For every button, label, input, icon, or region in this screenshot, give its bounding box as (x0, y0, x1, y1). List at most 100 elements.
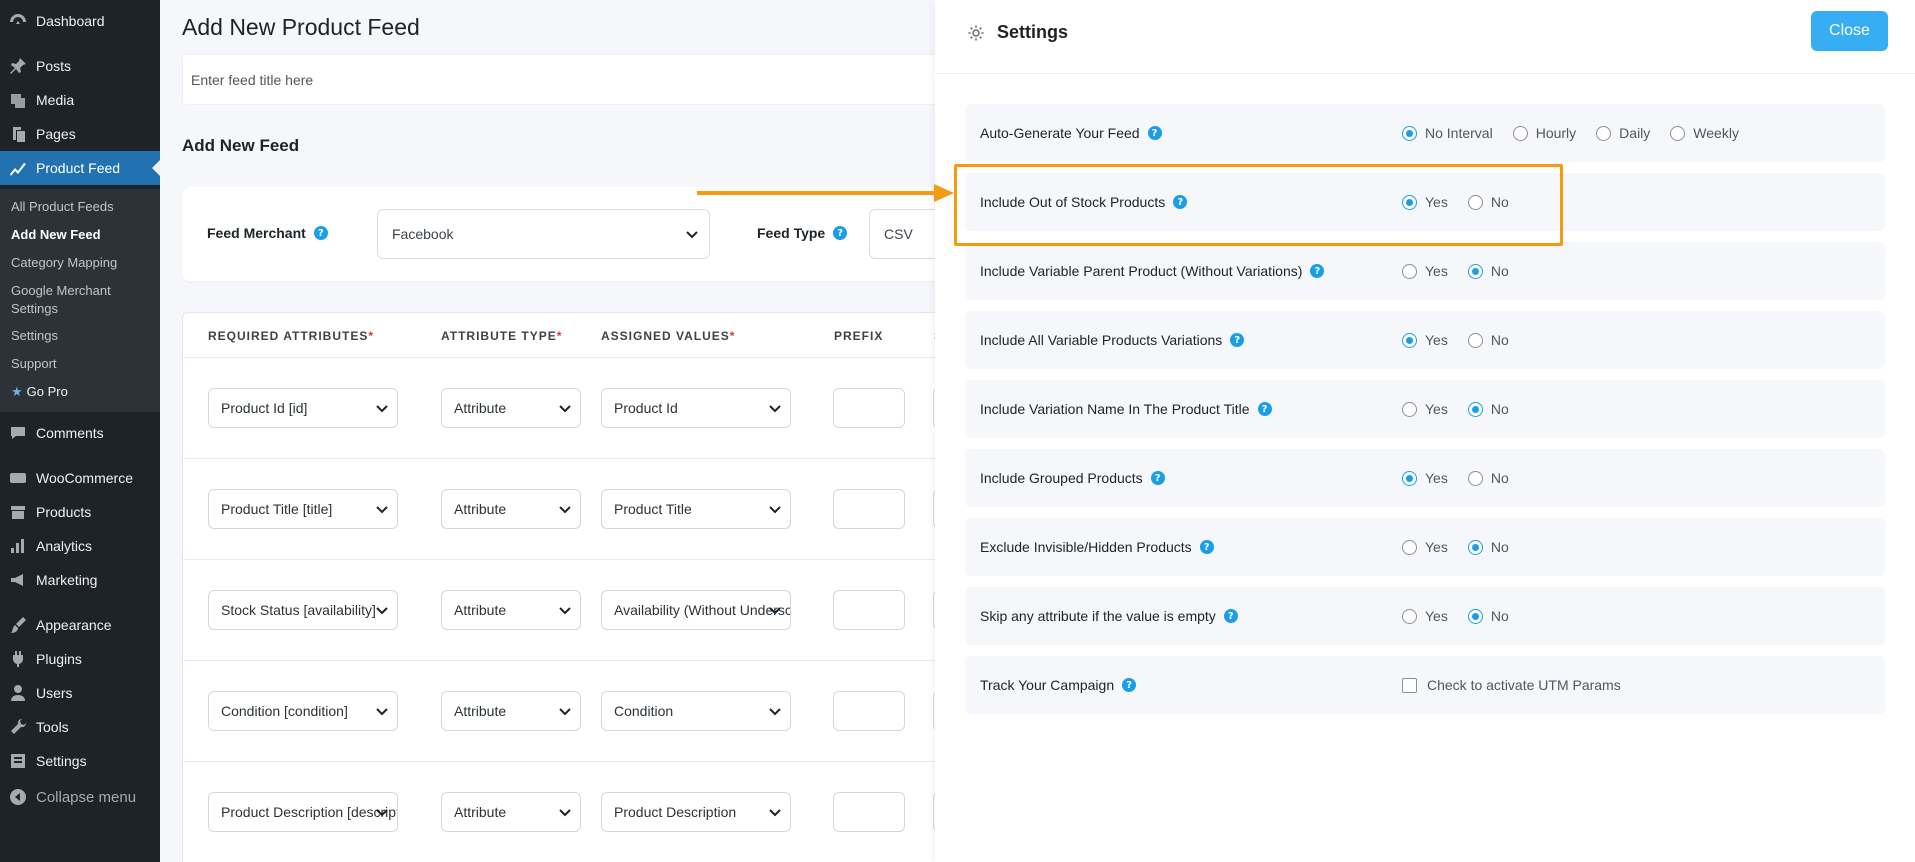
radio-label: No (1490, 401, 1509, 417)
prefix-input[interactable] (833, 792, 905, 832)
attribute-type-select[interactable]: Attribute (441, 590, 581, 630)
menu-comments[interactable]: Comments (0, 416, 160, 450)
help-icon[interactable]: ? (1223, 609, 1238, 623)
radio-button[interactable] (1467, 263, 1483, 279)
prefix-input[interactable] (833, 388, 905, 428)
help-icon[interactable]: ? (313, 226, 328, 240)
radio-option-no[interactable]: No (1467, 332, 1509, 348)
attribute-type-select[interactable]: Attribute (441, 489, 581, 529)
radio-button[interactable] (1402, 470, 1417, 486)
radio-button[interactable] (1467, 194, 1483, 210)
radio-option-no[interactable]: No (1467, 470, 1509, 486)
submenu-label: Settings (11, 301, 58, 316)
radio-button[interactable] (1596, 125, 1612, 141)
radio-option-weekly[interactable]: Weekly (1670, 125, 1739, 141)
pin-icon (0, 56, 36, 76)
menu-marketing[interactable]: Marketing (0, 563, 160, 597)
menu-woocommerce[interactable]: WooCommerce (0, 461, 160, 495)
radio-group: Yes No (1402, 194, 1529, 210)
attribute-type-select[interactable]: Attribute (441, 388, 581, 428)
menu-tools[interactable]: Tools (0, 710, 160, 744)
menu-dashboard[interactable]: Dashboard (0, 4, 160, 38)
utm-checkbox[interactable] (1402, 677, 1417, 693)
radio-option-yes[interactable]: Yes (1402, 332, 1448, 348)
radio-button[interactable] (1402, 125, 1417, 141)
radio-button[interactable] (1402, 401, 1417, 417)
radio-option-hourly[interactable]: Hourly (1512, 125, 1576, 141)
radio-option-no[interactable]: No (1467, 539, 1509, 555)
radio-button[interactable] (1467, 401, 1483, 417)
menu-posts[interactable]: Posts (0, 49, 160, 83)
radio-option-daily[interactable]: Daily (1596, 125, 1650, 141)
submenu-google-merchant-settings[interactable]: Google Merchant Settings (11, 282, 111, 318)
radio-button[interactable] (1467, 470, 1483, 486)
required-attribute-select[interactable]: Product Description [description] (208, 792, 398, 832)
radio-button[interactable] (1670, 125, 1686, 141)
help-icon[interactable]: ? (1199, 540, 1214, 554)
assigned-value-select[interactable]: Product Title (601, 489, 791, 529)
radio-option-no[interactable]: No (1467, 401, 1509, 417)
help-icon[interactable]: ? (1310, 264, 1325, 278)
help-icon[interactable]: ? (833, 226, 848, 240)
help-icon[interactable]: ? (1122, 678, 1137, 692)
attribute-type-select[interactable]: Attribute (441, 691, 581, 731)
assigned-value-select[interactable]: Availability (Without Underscore) (601, 590, 791, 630)
assigned-value-select[interactable]: Product Description (601, 792, 791, 832)
radio-button[interactable] (1467, 608, 1483, 624)
menu-media[interactable]: Media (0, 83, 160, 117)
radio-option-yes[interactable]: Yes (1402, 401, 1448, 417)
radio-button[interactable] (1467, 332, 1483, 348)
radio-button[interactable] (1402, 608, 1417, 624)
required-attribute-select[interactable]: Condition [condition] (208, 691, 398, 731)
utm-checkbox-option[interactable]: Check to activate UTM Params (1402, 677, 1621, 693)
menu-products[interactable]: Products (0, 495, 160, 529)
help-icon[interactable]: ? (1230, 333, 1245, 347)
menu-users[interactable]: Users (0, 676, 160, 710)
radio-button[interactable] (1402, 332, 1417, 348)
menu-analytics[interactable]: Analytics (0, 529, 160, 563)
close-button[interactable]: Close (1811, 11, 1888, 51)
radio-option-yes[interactable]: Yes (1402, 539, 1448, 555)
required-attribute-select[interactable]: Product Title [title] (208, 489, 398, 529)
menu-appearance[interactable]: Appearance (0, 608, 160, 642)
radio-option-no[interactable]: No (1467, 194, 1509, 210)
radio-option-no[interactable]: No (1467, 608, 1509, 624)
prefix-input[interactable] (833, 590, 905, 630)
assigned-value-select[interactable]: Condition (601, 691, 791, 731)
prefix-input[interactable] (833, 691, 905, 731)
feed-title-input[interactable] (182, 54, 935, 105)
submenu-support[interactable]: Support (11, 355, 57, 373)
radio-option-yes[interactable]: Yes (1402, 194, 1448, 210)
menu-plugins[interactable]: Plugins (0, 642, 160, 676)
menu-product-feed[interactable]: Product Feed (0, 151, 160, 185)
help-icon[interactable]: ? (1173, 195, 1188, 209)
attribute-type-select[interactable]: Attribute (441, 792, 581, 832)
radio-button[interactable] (1512, 125, 1528, 141)
submenu-all-product-feeds[interactable]: All Product Feeds (11, 198, 114, 216)
help-icon[interactable]: ? (1150, 471, 1165, 485)
required-attribute-select[interactable]: Product Id [id] (208, 388, 398, 428)
collapse-menu-button[interactable]: Collapse menu (0, 780, 160, 814)
submenu-go-pro[interactable]: ★ Go Pro (11, 383, 68, 401)
radio-option-yes[interactable]: Yes (1402, 263, 1448, 279)
radio-button[interactable] (1402, 263, 1417, 279)
radio-button[interactable] (1402, 194, 1417, 210)
radio-button[interactable] (1467, 539, 1483, 555)
radio-option-yes[interactable]: Yes (1402, 470, 1448, 486)
help-icon[interactable]: ? (1257, 402, 1272, 416)
radio-option-no-interval[interactable]: No Interval (1402, 125, 1493, 141)
help-icon[interactable]: ? (1147, 126, 1162, 140)
submenu-add-new-feed[interactable]: Add New Feed (11, 226, 101, 244)
required-attribute-select[interactable]: Stock Status [availability] (208, 590, 398, 630)
radio-option-no[interactable]: No (1467, 263, 1509, 279)
assigned-value-select[interactable]: Product Id (601, 388, 791, 428)
menu-pages[interactable]: Pages (0, 117, 160, 151)
radio-option-yes[interactable]: Yes (1402, 608, 1448, 624)
submenu-category-mapping[interactable]: Category Mapping (11, 254, 117, 272)
feed-merchant-select[interactable]: Facebook (377, 209, 710, 259)
feed-type-select[interactable]: CSV (869, 209, 935, 259)
menu-settings[interactable]: Settings (0, 744, 160, 778)
radio-button[interactable] (1402, 539, 1417, 555)
prefix-input[interactable] (833, 489, 905, 529)
submenu-settings[interactable]: Settings (11, 327, 58, 345)
